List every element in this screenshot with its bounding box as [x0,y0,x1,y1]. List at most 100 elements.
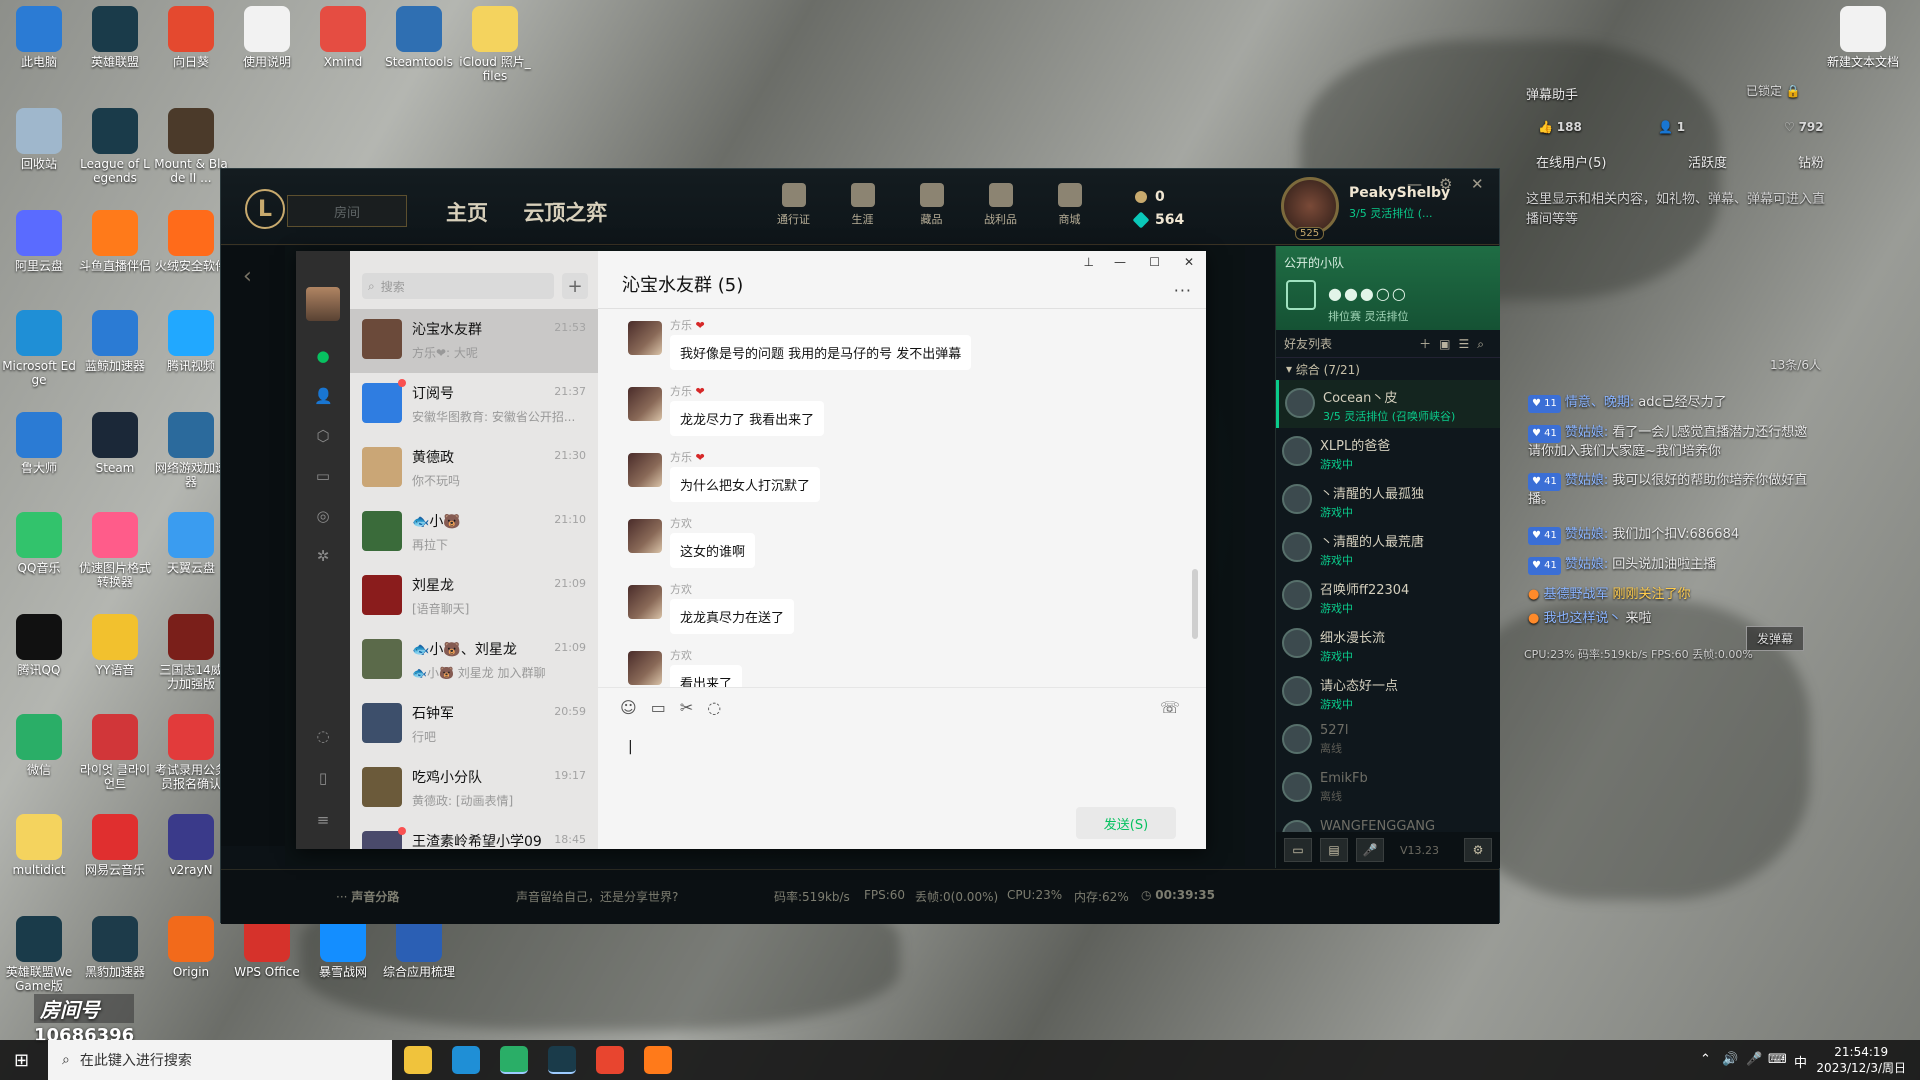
danmaku-lock[interactable]: 已锁定 🔒 [1746,82,1801,99]
message-bubble[interactable]: 龙龙真尽力在送了 [670,599,795,634]
folder-icon[interactable]: ▭ [314,467,332,485]
ime-indicator[interactable]: 中 [1794,1052,1807,1071]
message-input[interactable]: | [598,727,1206,807]
sender-avatar[interactable] [628,321,662,355]
desktop-icon[interactable]: 新建文本文档 [1826,6,1900,69]
conversation-item[interactable]: 刘星龙 21:09 [语音聊天] [350,565,598,629]
desktop-icon[interactable]: 腾讯视频 [154,310,228,373]
maximize-icon[interactable]: ☐ [1149,255,1160,269]
settings-icon[interactable]: ⚙ [1439,175,1452,193]
desktop-icon[interactable]: 天翼云盘 [154,512,228,575]
desktop-icon[interactable]: 回收站 [2,108,76,171]
chevron-up-icon[interactable]: ⌃ [1700,1052,1711,1067]
desktop-icon[interactable]: Xmind [306,6,380,69]
desktop-icon[interactable]: Mount & Blade II ... [154,108,228,185]
desktop-icon[interactable]: 三国志14威力加强版 [154,614,228,691]
conversation-item[interactable]: 黄德政 21:30 你不玩吗 [350,437,598,501]
desktop-icon[interactable]: 此电脑 [2,6,76,69]
conversation-item[interactable]: 订阅号 21:37 安徽华图教育: 安徽省公开招... [350,373,598,437]
more-icon[interactable]: ··· [1174,281,1192,300]
tool-collection[interactable]: 藏品 [897,183,966,227]
help-icon[interactable]: ⚙ [1464,838,1492,862]
desktop-icon[interactable]: 暴雪战网 [306,916,380,979]
profile-summary[interactable]: 525 PeakyShelby 3/5 灵活排位 (... [1281,177,1491,240]
message-bubble[interactable]: 我好像是号的问题 我用的是马仔的号 发不出弹幕 [670,335,972,370]
desktop-icon[interactable]: League of Legends [78,108,152,185]
desktop-icon[interactable]: 阿里云盘 [2,210,76,273]
pin-icon[interactable]: ⊥ [1084,255,1094,269]
desktop-icon[interactable]: 英雄联盟WeGame版 [2,916,76,993]
message-bubble[interactable]: 龙龙尽力了 我看出来了 [670,401,825,436]
desktop-icon[interactable]: WPS Office [230,916,304,979]
voice-route[interactable]: ··· 声音分路 [336,888,399,905]
sender-avatar[interactable] [628,519,662,553]
missions-icon[interactable]: ▤ [1320,838,1348,862]
play-button[interactable]: 房间 [287,195,407,227]
nav-tft[interactable]: 云顶之弈 [523,201,607,225]
file-icon[interactable]: ▭ [651,698,666,717]
favorites-icon[interactable]: ⬡ [314,427,332,445]
edge-icon[interactable] [452,1046,480,1074]
search-input[interactable]: ⌕ 搜索 [362,273,554,299]
desktop-icon[interactable]: 考试录用公务员报名确认 [154,714,228,791]
tool-loot[interactable]: 战利品 [966,183,1035,227]
desktop-icon[interactable]: 火绒安全软件 [154,210,228,273]
mic-icon[interactable]: 🎤 [1356,838,1384,862]
sender-avatar[interactable] [628,585,662,619]
tab-diamond-fans[interactable]: 钻粉 [1798,152,1824,171]
conversation-item[interactable]: 🐟小🐻 21:10 再拉下 [350,501,598,565]
add-icon[interactable]: + [562,273,588,299]
mic-icon[interactable]: 🎤 [1746,1052,1762,1067]
close-icon[interactable]: ✕ [1184,255,1194,269]
douyu-icon[interactable] [644,1046,672,1074]
history-icon[interactable]: ◌ [707,698,721,717]
tool-store[interactable]: 商城 [1035,183,1104,227]
windows-start-icon[interactable]: ⊞ [14,1050,29,1071]
desktop-icon[interactable]: 黑豹加速器 [78,916,152,979]
app-g-icon[interactable] [596,1046,624,1074]
screenshot-icon[interactable]: ✂ [680,698,693,717]
phone-icon[interactable]: ▯ [314,769,332,787]
currency-panel[interactable]: 0 564 [1121,185,1236,231]
conversation-item[interactable]: 🐟小🐻、刘星龙 21:09 🐟小🐻 刘星龙 加入群聊 [350,629,598,693]
contacts-icon[interactable]: 👤 [314,387,333,405]
taskbar-search[interactable]: ⌕ 在此键入进行搜索 [48,1040,392,1080]
tab-online-users[interactable]: 在线用户(5) [1536,152,1606,171]
chat-icon[interactable]: ▭ [1284,838,1312,862]
desktop-icon[interactable]: 优速图片格式转换器 [78,512,152,589]
conversation-item[interactable]: 石钟军 20:59 行吧 [350,693,598,757]
friend-item[interactable]: EmikFb 离线 [1276,764,1500,812]
desktop-icon[interactable]: Microsoft Edge [2,310,76,387]
desktop-icon[interactable]: 라이엇 클라이언트 [78,714,152,791]
avatar[interactable] [306,287,340,321]
league-icon[interactable] [548,1046,576,1074]
desktop-icon[interactable]: 网络游戏加速器 [154,412,228,489]
friend-item[interactable]: 丶清醒的人最孤独 游戏中 [1276,476,1500,524]
message-bubble[interactable]: 为什么把女人打沉默了 [670,467,821,502]
emoji-icon[interactable]: ☺ [620,698,637,717]
tool-profile[interactable]: 生涯 [828,183,897,227]
desktop-icon[interactable]: 微信 [2,714,76,777]
desktop-icon[interactable]: v2rayN [154,814,228,877]
friend-item[interactable]: Cocean丶皮 3/5 灵活排位 (召唤师峡谷) [1276,380,1500,428]
minimize-icon[interactable]: — [1407,175,1422,193]
message-bubble[interactable]: 看出来了 [670,665,743,687]
file-explorer-icon[interactable] [404,1046,432,1074]
scrollbar[interactable] [1192,569,1198,639]
minimize-icon[interactable]: — [1114,255,1126,269]
volume-icon[interactable]: 🔊 [1722,1052,1738,1067]
lol-logo-icon[interactable]: L [245,189,285,229]
desktop-icon[interactable]: Origin [154,916,228,979]
desktop-icon[interactable]: 向日葵 [154,6,228,69]
channels-icon[interactable]: ◌ [314,727,332,745]
desktop-icon[interactable]: 鲁大师 [2,412,76,475]
sender-avatar[interactable] [628,387,662,421]
call-icon[interactable]: ☏ [1160,698,1180,717]
sender-avatar[interactable] [628,651,662,685]
message-bubble[interactable]: 这女的谁啊 [670,533,756,568]
desktop-icon[interactable]: multidict [2,814,76,877]
friend-group-header[interactable]: ▾ 综合 (7/21) [1276,358,1500,380]
desktop-icon[interactable]: 综合应用梳理 [382,916,456,979]
chat-icon[interactable]: ● [314,347,332,365]
tool-pass[interactable]: 通行证 [759,183,828,227]
